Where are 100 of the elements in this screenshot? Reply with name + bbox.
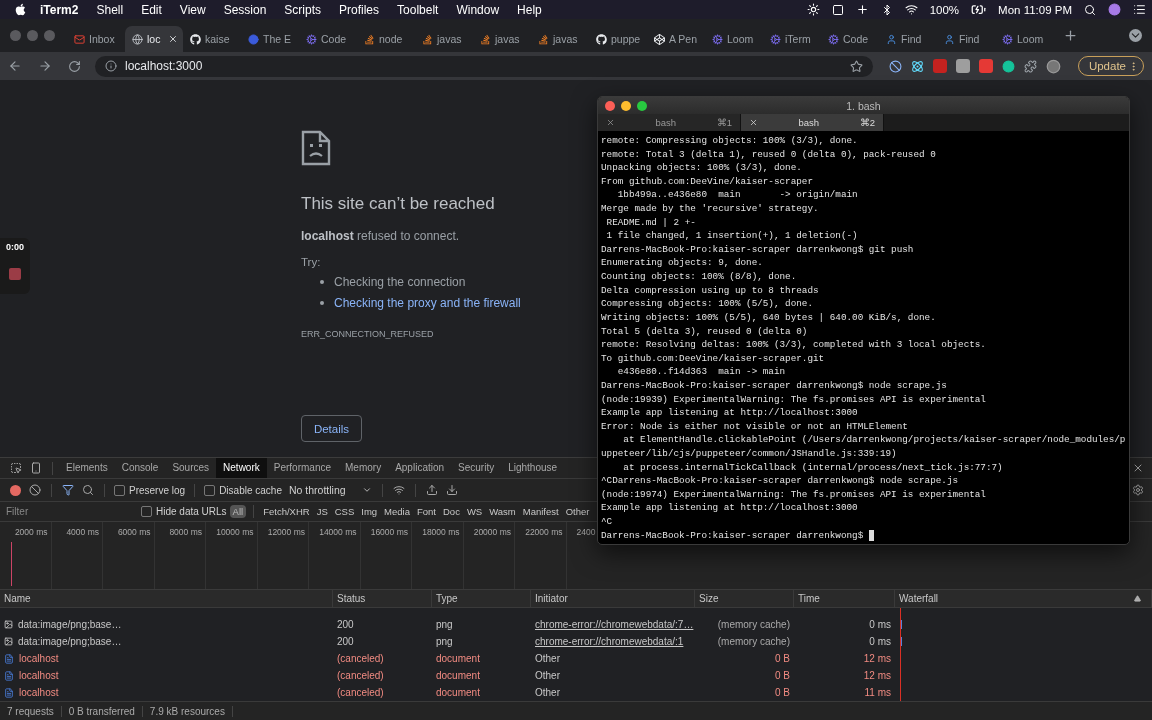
column-header[interactable]: Initiator — [535, 593, 568, 607]
checkbox[interactable] — [204, 484, 216, 496]
browser-tab[interactable]: iTerm — [763, 26, 821, 52]
menu-item[interactable]: Scripts — [275, 2, 331, 17]
terminal-tab[interactable]: bash ⌘1 — [598, 114, 741, 131]
circle-icon[interactable] — [1108, 3, 1121, 16]
column-header[interactable]: Type — [436, 593, 458, 607]
devtools-tab[interactable]: Application — [388, 458, 452, 478]
request-row[interactable]: data:image/png;base… 200 png chrome-error://chromewebdata/:1 (memory cache) 0 ms — [0, 633, 1152, 650]
puzzle-icon[interactable] — [1024, 59, 1037, 73]
devtools-tab[interactable]: Elements — [59, 458, 115, 478]
request-row[interactable]: localhost (canceled) document Other 0 B 12 ms — [0, 667, 1152, 684]
browser-tab[interactable]: node — [357, 26, 415, 52]
devtools-tab[interactable]: Network — [216, 458, 267, 478]
atom-icon[interactable] — [911, 59, 924, 73]
browser-tab[interactable]: puppe — [589, 26, 647, 52]
menu-item[interactable]: Session — [214, 2, 276, 17]
throttling-dropdown[interactable]: No throttling — [284, 484, 376, 496]
type-filter[interactable]: Font — [414, 505, 439, 518]
search-icon[interactable] — [1084, 3, 1096, 16]
browser-tab[interactable]: Inbox — [67, 26, 125, 52]
browser-tab[interactable]: Loom — [705, 26, 763, 52]
initiator-link[interactable]: chrome-error://chromewebdata/:1 — [531, 633, 695, 650]
request-row[interactable]: localhost (canceled) document Other 0 B 11 ms — [0, 684, 1152, 701]
browser-tab[interactable]: javas — [473, 26, 531, 52]
type-filter[interactable]: Fetch/XHR — [260, 505, 313, 518]
battery-icon[interactable] — [971, 2, 987, 17]
close-button[interactable] — [605, 100, 615, 111]
close-icon[interactable] — [606, 118, 615, 127]
type-filter[interactable]: CSS — [331, 505, 358, 518]
type-filter[interactable]: Media — [381, 505, 413, 518]
menu-item[interactable]: Shell — [87, 2, 133, 17]
type-filter[interactable]: Img — [358, 505, 381, 518]
initiator-link[interactable]: chrome-error://chromewebdata/:7… — [531, 616, 695, 633]
new-tab-icon[interactable] — [1063, 28, 1078, 43]
browser-tab[interactable]: A Pen — [647, 26, 705, 52]
sort-icon[interactable] — [1134, 595, 1141, 602]
column-header[interactable]: Size — [699, 593, 719, 607]
menu-item[interactable]: Window — [447, 2, 509, 17]
devtools-tab[interactable]: Console — [114, 458, 166, 478]
type-filter[interactable]: Doc — [440, 505, 463, 518]
type-filter[interactable]: Wasm — [486, 505, 519, 518]
zoom-button[interactable] — [637, 100, 647, 111]
filter-field[interactable]: Filter — [0, 503, 138, 520]
list-icon[interactable] — [1133, 3, 1146, 16]
ban-icon[interactable] — [889, 59, 902, 73]
devtools-tab[interactable]: Lighthouse — [501, 458, 565, 478]
devtools-tab[interactable]: Performance — [266, 458, 338, 478]
menu-clock[interactable]: Mon 11:09 PM — [998, 3, 1072, 16]
back-icon[interactable] — [8, 59, 22, 73]
column-header[interactable]: Waterfall — [899, 593, 939, 607]
info-icon[interactable] — [105, 60, 117, 72]
column-header[interactable]: Time — [798, 593, 820, 607]
browser-tab[interactable]: Find — [937, 26, 995, 52]
type-filter[interactable]: Other — [562, 505, 593, 518]
type-filter[interactable]: Manifest — [519, 505, 562, 518]
browser-tab[interactable]: javas — [415, 26, 473, 52]
close-icon[interactable] — [168, 34, 178, 44]
address-bar[interactable]: localhost:3000 — [95, 55, 873, 77]
browser-tab[interactable]: loc — [125, 26, 183, 52]
reload-icon[interactable] — [68, 59, 81, 73]
details-button[interactable]: Details — [301, 415, 362, 442]
request-row[interactable]: data:image/png;base… 200 png chrome-error://chromewebdata/:7… (memory cache) 0 ms — [0, 616, 1152, 633]
avatar-icon[interactable] — [1046, 58, 1061, 74]
menu-item[interactable]: Profiles — [330, 2, 389, 17]
menu-item[interactable]: Help — [508, 2, 551, 17]
column-header[interactable]: Name — [4, 593, 31, 607]
extension-icon[interactable] — [1002, 59, 1015, 73]
type-filter[interactable]: JS — [313, 505, 331, 518]
forward-icon[interactable] — [38, 59, 52, 73]
request-row[interactable]: localhost (canceled) document Other 0 B 12 ms — [0, 650, 1152, 667]
menu-item[interactable]: Edit — [132, 2, 171, 17]
browser-tab[interactable]: kaise — [183, 26, 241, 52]
minimize-button[interactable] — [621, 100, 631, 111]
app-menu[interactable]: iTerm2 — [31, 2, 88, 17]
sun-icon[interactable] — [806, 3, 820, 16]
browser-tab[interactable]: The E — [241, 26, 299, 52]
plus-icon[interactable] — [855, 3, 869, 16]
browser-tab[interactable]: javas — [531, 26, 589, 52]
devtools-tab[interactable]: Sources — [165, 458, 217, 478]
wifi-icon[interactable] — [904, 3, 918, 16]
checkbox[interactable] — [141, 506, 152, 517]
browser-tab[interactable]: Code — [821, 26, 879, 52]
tab-search-icon[interactable] — [1129, 29, 1142, 42]
column-header[interactable]: Status — [337, 593, 366, 607]
record-button[interactable] — [10, 484, 21, 496]
browser-tab[interactable]: Find — [879, 26, 937, 52]
type-filter[interactable]: WS — [463, 505, 486, 518]
square-icon[interactable] — [831, 3, 844, 16]
terminal-tab[interactable]: bash ⌘2 — [741, 114, 884, 131]
checkbox[interactable] — [114, 484, 125, 496]
devtools-tab[interactable]: Security — [451, 458, 502, 478]
devtools-tab[interactable]: Memory — [338, 458, 389, 478]
type-filter[interactable]: All — [229, 505, 247, 518]
apple-icon[interactable] — [14, 3, 27, 16]
browser-tab[interactable]: Loom — [995, 26, 1053, 52]
browser-tab[interactable]: Code — [299, 26, 357, 52]
menu-item[interactable]: Toolbelt — [388, 2, 448, 17]
star-icon[interactable] — [850, 59, 863, 73]
menu-item[interactable]: View — [170, 2, 215, 17]
